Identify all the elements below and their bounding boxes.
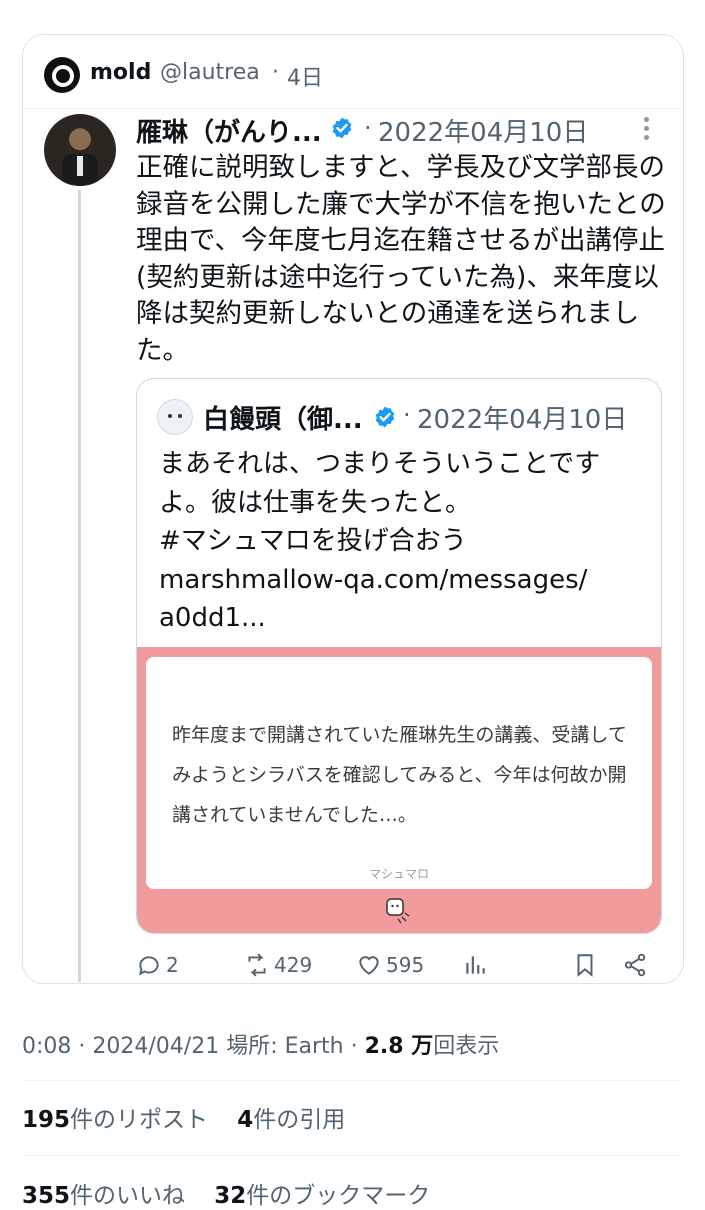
quote-card[interactable]: 白饅頭（御... · 2022年04月10日 まあそれは、つまりそういうことです… — [136, 378, 662, 934]
marshmallow-icon — [386, 898, 410, 924]
quotes-label: 件の引用 — [253, 1107, 346, 1133]
reposts-count: 195 — [22, 1107, 71, 1133]
divider — [22, 108, 682, 109]
views-button[interactable] — [462, 952, 492, 978]
engagement-stats: 195件のリポスト 4件の引用 — [22, 1100, 345, 1134]
hashtag-link[interactable]: #マシュマロを投げ合おう — [159, 522, 649, 561]
post-meta: 0:08 · 2024/04/21 場所: Earth · 2.8 万回表示 — [22, 1028, 499, 1060]
avatar[interactable] — [44, 57, 80, 93]
quotes-count: 4 — [237, 1107, 254, 1133]
more-options-icon[interactable] — [644, 117, 650, 143]
likes-link[interactable]: 355件のいいね — [22, 1183, 185, 1209]
bookmarks-link[interactable]: 32件のブックマーク — [214, 1183, 430, 1209]
quote-line: よ。彼は仕事を失ったと。 — [159, 487, 472, 518]
quote-date: 2022年04月10日 — [417, 405, 628, 435]
separator: · — [364, 114, 372, 142]
separator: · — [350, 1034, 358, 1059]
separator: · — [78, 1034, 86, 1059]
author-handle: @lautrea — [160, 60, 260, 85]
url-link[interactable]: marshmallow-qa.com/messages/ — [159, 561, 649, 600]
verified-badge-icon — [332, 117, 352, 139]
bookmark-icon — [577, 954, 593, 977]
bookmarks-label: 件のブックマーク — [246, 1183, 431, 1209]
repost-button[interactable]: 429 — [244, 952, 312, 978]
view-label: 回表示 — [433, 1034, 500, 1059]
likes-count: 355 — [22, 1183, 71, 1209]
view-count: 2.8 万 — [364, 1034, 434, 1059]
timestamp[interactable]: 4日 — [287, 60, 323, 92]
post-time[interactable]: 0:08 — [22, 1034, 71, 1059]
marshmallow-image[interactable]: 昨年度まで開講されていた雁琳先生の講義、受講してみようとシラバスを確認してみると… — [137, 647, 661, 933]
separator: · — [272, 60, 279, 85]
reply-icon — [138, 956, 159, 976]
author-name[interactable]: 雁琳（がんり... — [136, 112, 322, 149]
author-name[interactable]: mold — [90, 60, 151, 85]
avatar[interactable] — [157, 399, 193, 435]
marshmallow-message: 昨年度まで開講されていた雁琳先生の講義、受講してみようとシラバスを確認してみると… — [172, 724, 627, 826]
thread-line — [78, 190, 81, 982]
reply-button[interactable]: 2 — [136, 952, 179, 978]
quote-author-name: 白饅頭（御... — [203, 405, 363, 435]
reply-count: 2 — [166, 953, 179, 977]
share-button[interactable] — [622, 952, 652, 978]
avatar[interactable] — [44, 114, 116, 186]
reposts-link[interactable]: 195件のリポスト — [22, 1107, 208, 1133]
quote-line: まあそれは、つまりそういうことです — [159, 449, 601, 479]
bookmark-button[interactable] — [572, 952, 602, 978]
like-count: 595 — [386, 953, 425, 977]
divider — [22, 1080, 682, 1081]
engagement-stats: 355件のいいね 32件のブックマーク — [22, 1176, 430, 1210]
repost-icon — [248, 953, 266, 977]
heart-icon — [359, 956, 379, 975]
repost-count: 429 — [274, 953, 313, 977]
quote-text: まあそれは、つまりそういうことです よ。彼は仕事を失ったと。 #マシュマロを投げ… — [159, 445, 649, 638]
separator: · — [403, 401, 411, 429]
marshmallow-brand: マシュマロ — [368, 867, 429, 881]
post-date[interactable]: 2024/04/21 — [92, 1034, 219, 1059]
marshmallow-card: 昨年度まで開講されていた雁琳先生の講義、受講してみようとシラバスを確認してみると… — [146, 657, 652, 889]
tweet-date[interactable]: 2022年04月10日 — [378, 112, 588, 149]
like-button[interactable]: 595 — [356, 952, 424, 978]
divider — [22, 1155, 682, 1156]
tweet-text: 正確に説明致しますと、学長及び文学部長の録音を公開した廉で大学が不信を抱いたとの… — [136, 152, 666, 366]
post-location: 場所: Earth — [226, 1034, 344, 1059]
action-bar: 2 429 595 — [136, 952, 666, 982]
analytics-icon — [466, 956, 485, 974]
verified-badge-icon — [375, 406, 395, 428]
quotes-link[interactable]: 4件の引用 — [237, 1107, 345, 1133]
bookmarks-count: 32 — [214, 1183, 247, 1209]
url-link[interactable]: a0dd1... — [159, 599, 649, 638]
share-icon — [624, 953, 646, 977]
reposts-label: 件のリポスト — [70, 1107, 209, 1133]
likes-label: 件のいいね — [70, 1183, 186, 1209]
